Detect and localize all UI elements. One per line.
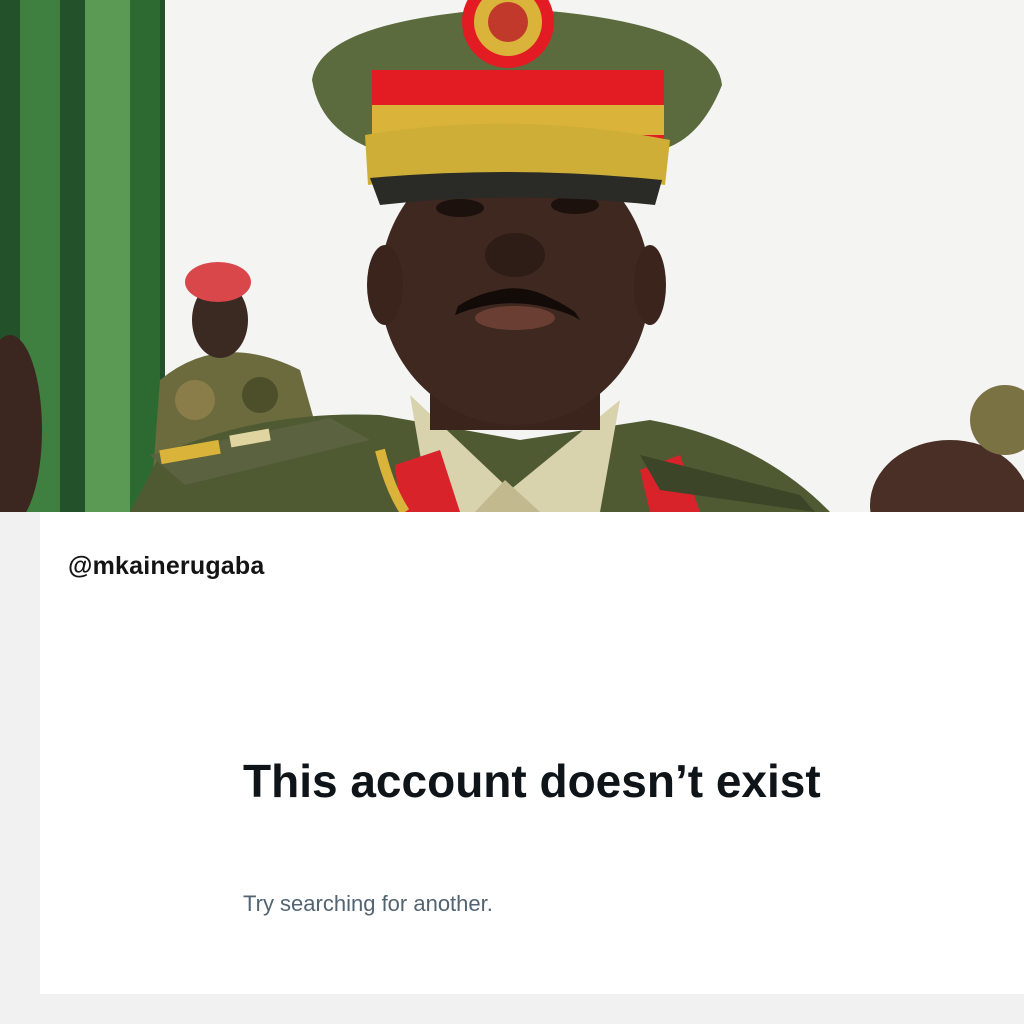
profile-handle: @mkainerugaba [68, 552, 265, 580]
empty-state-title: This account doesn’t exist [243, 755, 821, 807]
profile-screenshot: @mkainerugaba This account doesn’t exist… [0, 512, 1024, 1024]
empty-state-subtitle: Try searching for another. [243, 891, 493, 916]
officer-photo-illustration [0, 0, 1024, 512]
profile-page: @mkainerugaba This account doesn’t exist… [40, 512, 1024, 994]
profile-photo [0, 0, 1024, 512]
